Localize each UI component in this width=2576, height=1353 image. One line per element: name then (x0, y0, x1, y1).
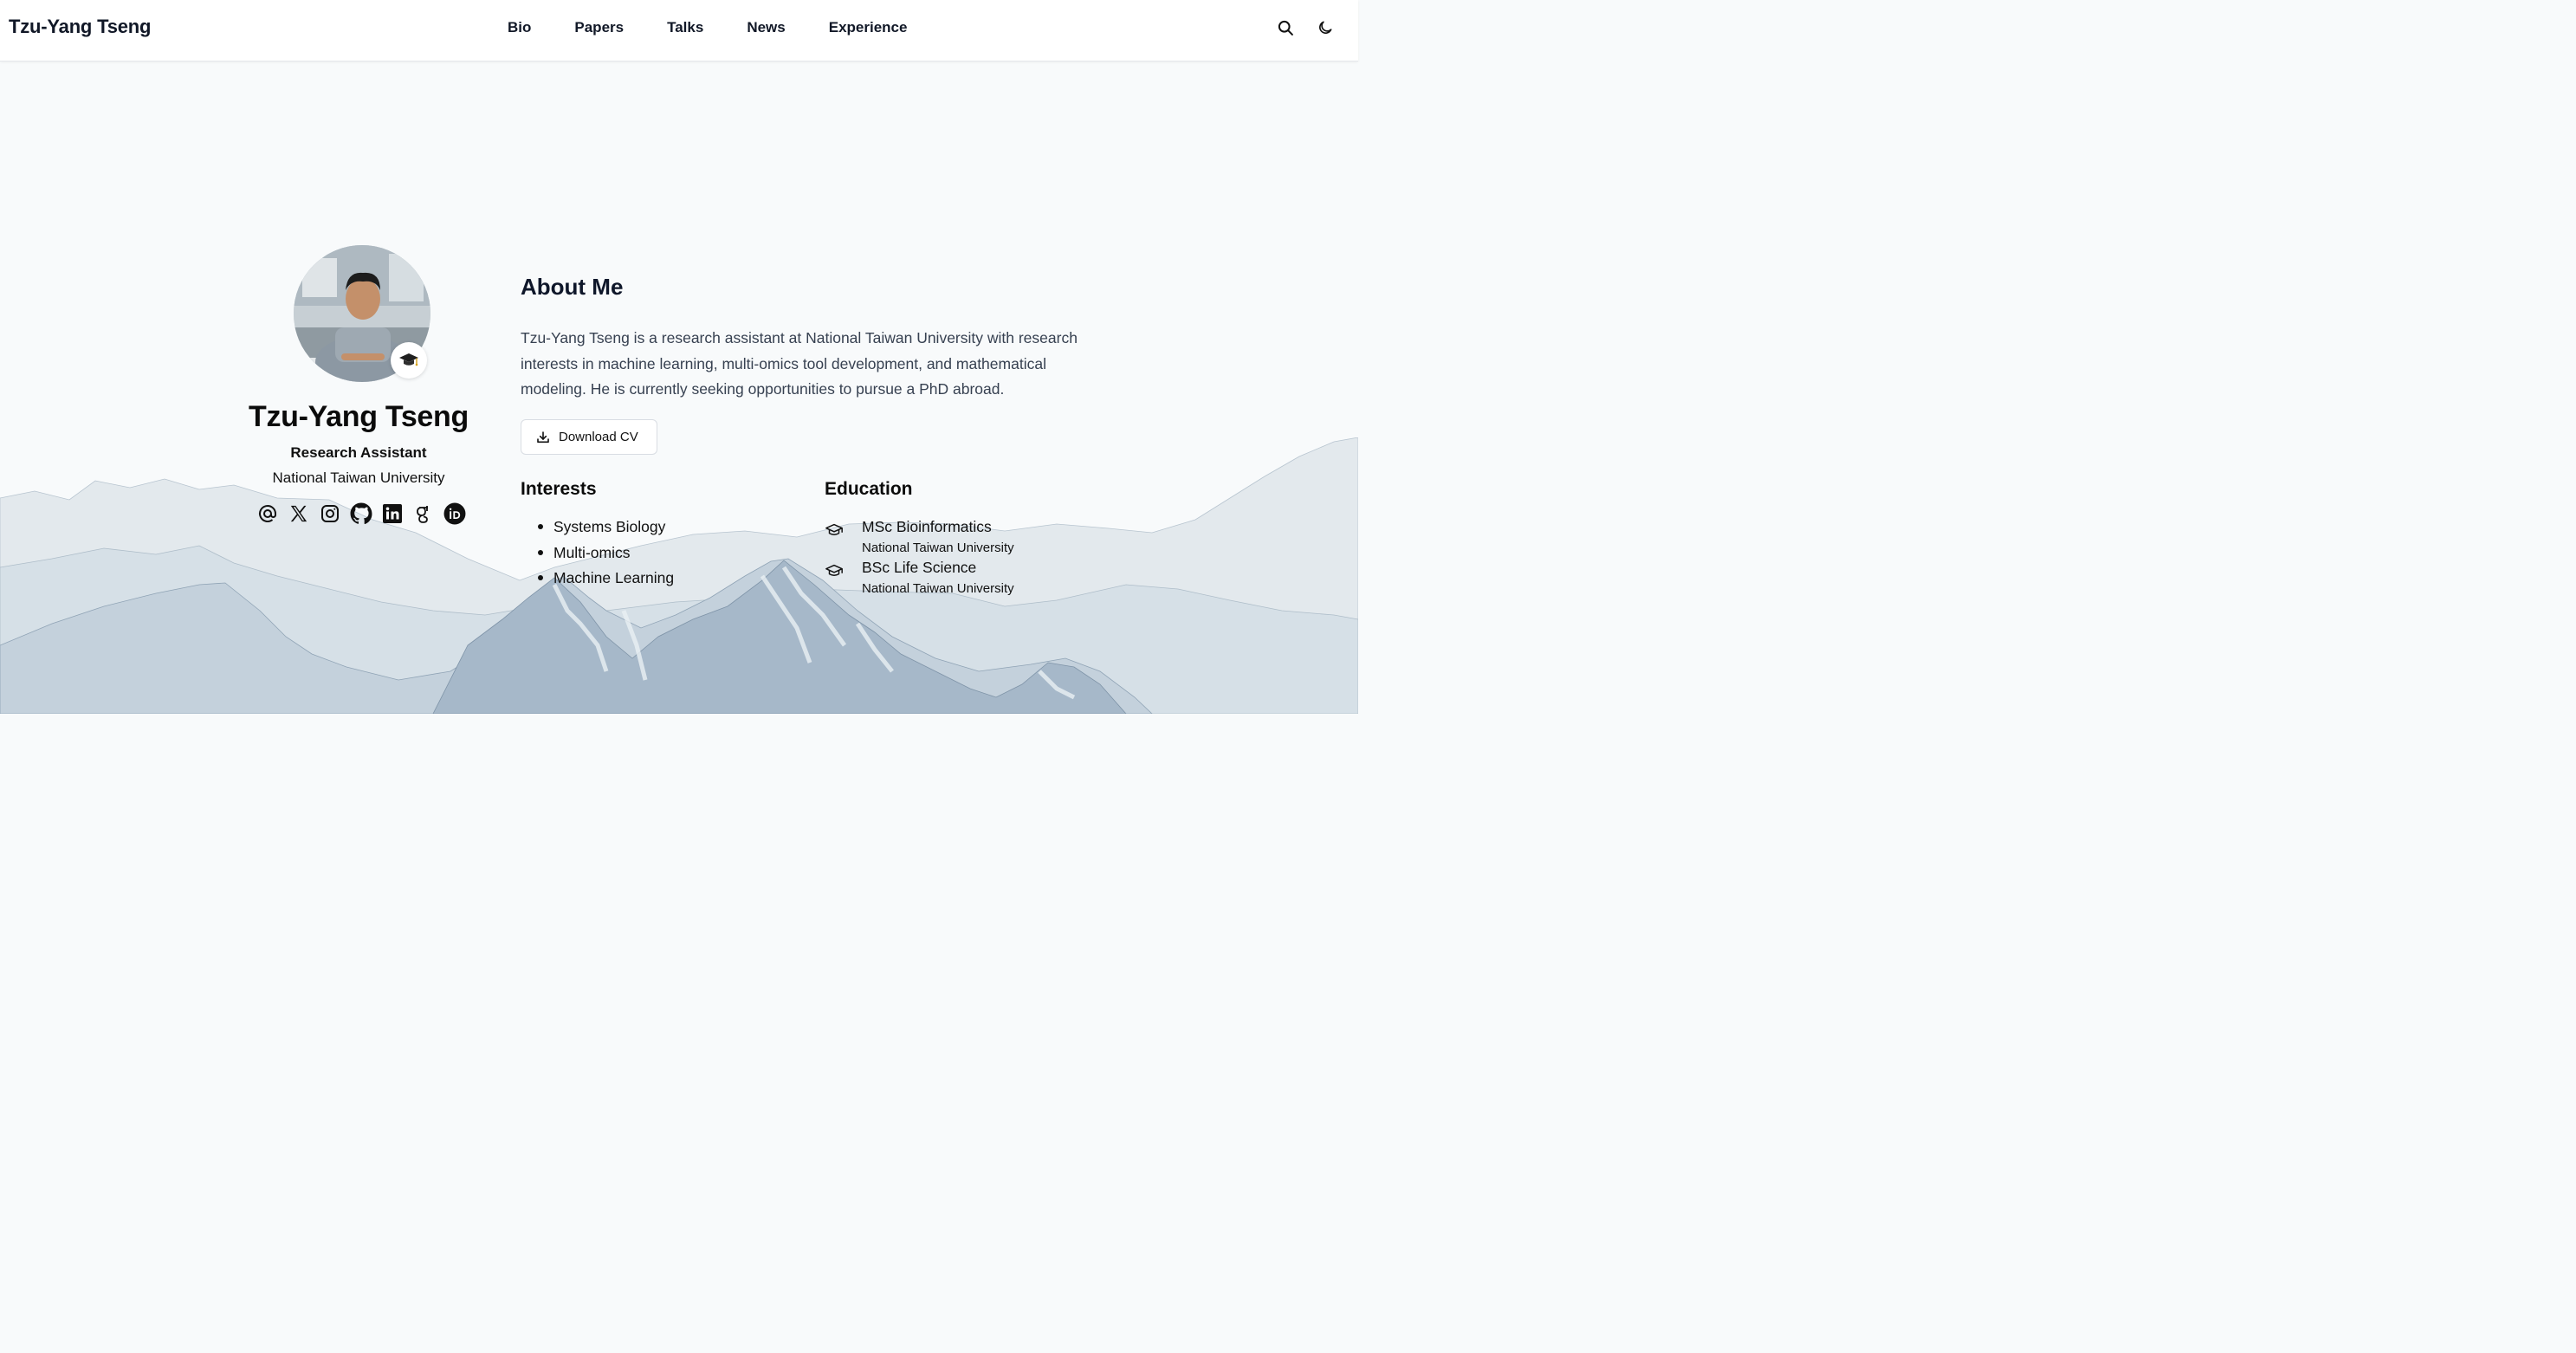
github-icon[interactable] (350, 502, 372, 525)
interests-title: Interests (521, 479, 597, 499)
graduation-cap-icon (825, 564, 843, 577)
avatar-container (294, 245, 430, 382)
graduation-cap-badge (391, 342, 427, 379)
search-icon[interactable] (1275, 17, 1296, 38)
education-institution: National Taiwan University (862, 581, 1014, 596)
profile-name: Tzu-Yang Tseng (249, 400, 469, 433)
about-text: Tzu-Yang Tseng is a research assistant a… (521, 329, 1078, 398)
instagram-icon[interactable] (319, 502, 341, 525)
download-cv-label: Download CV (559, 430, 638, 444)
site-brand[interactable]: Tzu-Yang Tseng (9, 16, 151, 38)
main-nav: Bio Papers Talks News Experience (508, 19, 950, 36)
profile-role: Research Assistant (290, 444, 427, 461)
x-icon[interactable] (288, 502, 310, 525)
moon-icon[interactable] (1315, 17, 1336, 38)
education-institution: National Taiwan University (862, 541, 1014, 555)
nav-link-papers[interactable]: Papers (574, 19, 624, 36)
list-item: Systems Biology (538, 516, 674, 542)
email-icon[interactable] (256, 502, 279, 525)
about-title: About Me (521, 274, 624, 300)
graduation-cap-icon (825, 523, 843, 536)
orcid-icon[interactable] (443, 502, 466, 525)
linkedin-icon[interactable] (381, 502, 404, 525)
hero-section: Tzu-Yang Tseng Research Assistant Nation… (0, 0, 1358, 714)
nav-link-talks[interactable]: Talks (667, 19, 703, 36)
education-title: Education (825, 479, 913, 499)
education-degree: MSc Bioinformatics (862, 518, 992, 535)
download-cv-button[interactable]: Download CV (521, 419, 657, 455)
download-icon (537, 430, 549, 443)
social-links (256, 502, 475, 525)
top-navbar: Tzu-Yang Tseng Bio Papers Talks News Exp… (0, 0, 1358, 62)
education-degree: BSc Life Science (862, 559, 977, 576)
nav-link-experience[interactable]: Experience (829, 19, 908, 36)
nav-link-bio[interactable]: Bio (508, 19, 531, 36)
nav-link-news[interactable]: News (747, 19, 785, 36)
google-scholar-icon[interactable] (412, 502, 435, 525)
list-item: Machine Learning (538, 567, 674, 593)
interests-list: Systems Biology Multi-omics Machine Lear… (538, 516, 674, 593)
list-item: Multi-omics (538, 542, 674, 568)
profile-organization: National Taiwan University (272, 469, 445, 486)
